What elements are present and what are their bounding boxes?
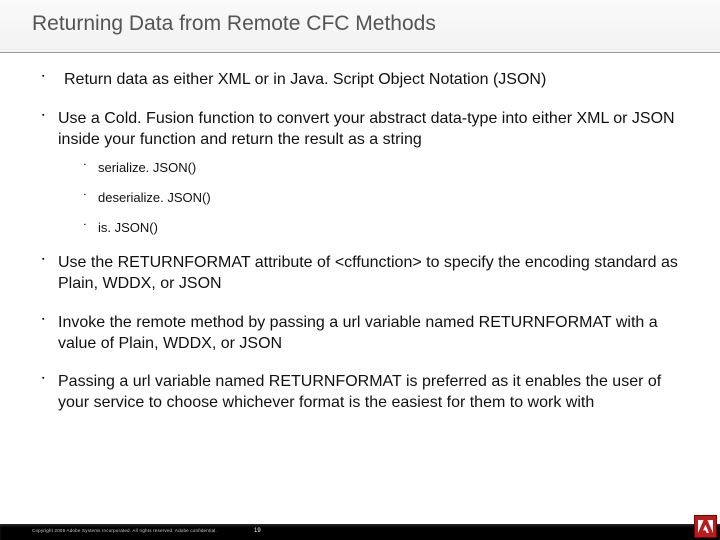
sub-bullet-item: serialize. JSON() bbox=[84, 160, 690, 176]
bullet-text: Use a Cold. Fusion function to convert y… bbox=[58, 110, 675, 148]
sub-bullet-text: deserialize. JSON() bbox=[98, 190, 211, 205]
slide-header: Returning Data from Remote CFC Methods bbox=[0, 0, 720, 53]
slide-body: Return data as either XML or in Java. Sc… bbox=[42, 70, 690, 500]
bullet-item: Use a Cold. Fusion function to convert y… bbox=[42, 109, 690, 235]
bullet-item: Invoke the remote method by passing a ur… bbox=[42, 313, 690, 355]
adobe-logo-icon bbox=[694, 515, 717, 538]
sub-bullet-text: is. JSON() bbox=[98, 220, 158, 235]
bullet-item: Return data as either XML or in Java. Sc… bbox=[42, 70, 690, 91]
slide-footer: Copyright 2009 Adobe Systems Incorporate… bbox=[0, 524, 720, 540]
slide: Returning Data from Remote CFC Methods R… bbox=[0, 0, 720, 540]
copyright-text: Copyright 2009 Adobe Systems Incorporate… bbox=[32, 528, 217, 533]
sub-bullet-item: is. JSON() bbox=[84, 220, 690, 236]
bullet-item: Passing a url variable named RETURNFORMA… bbox=[42, 372, 690, 414]
bullet-text: Use the RETURNFORMAT attribute of <cffun… bbox=[58, 254, 678, 292]
page-number: 19 bbox=[254, 528, 261, 534]
slide-title: Returning Data from Remote CFC Methods bbox=[32, 12, 720, 36]
sub-bullet-text: serialize. JSON() bbox=[98, 160, 196, 175]
bullet-text: Invoke the remote method by passing a ur… bbox=[58, 314, 658, 352]
bullet-text: Return data as either XML or in Java. Sc… bbox=[64, 71, 546, 88]
sub-bullet-item: deserialize. JSON() bbox=[84, 190, 690, 206]
bullet-item: Use the RETURNFORMAT attribute of <cffun… bbox=[42, 253, 690, 295]
bullet-text: Passing a url variable named RETURNFORMA… bbox=[58, 373, 661, 411]
